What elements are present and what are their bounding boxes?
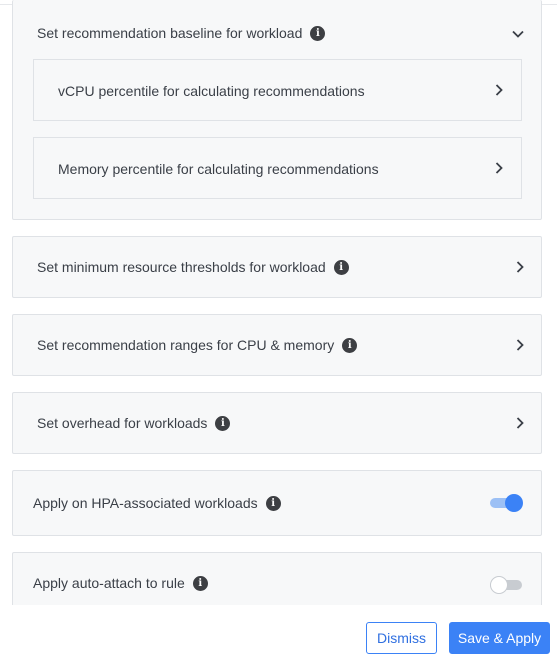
hpa-toggle-panel: Apply on HPA-associated workloads i xyxy=(12,470,542,536)
ranges-title: Set recommendation ranges for CPU & memo… xyxy=(37,337,335,353)
auto-attach-toggle-switch[interactable] xyxy=(490,576,523,594)
dismiss-button[interactable]: Dismiss xyxy=(366,622,437,654)
min-thresholds-panel[interactable]: Set minimum resource thresholds for work… xyxy=(12,236,542,298)
footer-bar: Dismiss Save & Apply xyxy=(0,605,557,660)
overhead-panel[interactable]: Set overhead for workloads i xyxy=(12,392,542,454)
vcpu-percentile-label: vCPU percentile for calculating recommen… xyxy=(58,83,365,99)
chevron-right-icon xyxy=(513,338,527,352)
chevron-right-icon xyxy=(492,161,506,175)
info-icon[interactable]: i xyxy=(333,259,349,275)
info-icon[interactable]: i xyxy=(215,415,231,431)
min-thresholds-title: Set minimum resource thresholds for work… xyxy=(37,259,326,275)
memory-percentile-label: Memory percentile for calculating recomm… xyxy=(58,161,379,177)
chevron-right-icon xyxy=(513,260,527,274)
toggle-knob xyxy=(490,576,508,594)
baseline-header[interactable]: Set recommendation baseline for workload… xyxy=(13,22,541,44)
memory-percentile-row[interactable]: Memory percentile for calculating recomm… xyxy=(33,137,522,199)
baseline-panel: Set recommendation baseline for workload… xyxy=(12,0,542,220)
info-icon[interactable]: i xyxy=(342,337,358,353)
chevron-right-icon xyxy=(492,83,506,97)
overhead-title: Set overhead for workloads xyxy=(37,415,208,431)
chevron-right-icon xyxy=(513,416,527,430)
info-icon[interactable]: i xyxy=(265,495,281,511)
baseline-title: Set recommendation baseline for workload xyxy=(37,25,303,41)
hpa-toggle-label: Apply on HPA-associated workloads xyxy=(33,495,258,511)
chevron-down-icon[interactable] xyxy=(511,27,525,41)
ranges-panel[interactable]: Set recommendation ranges for CPU & memo… xyxy=(12,314,542,376)
info-icon[interactable]: i xyxy=(192,575,208,591)
save-apply-button[interactable]: Save & Apply xyxy=(449,622,550,654)
hpa-toggle-switch[interactable] xyxy=(490,494,523,512)
auto-attach-toggle-label: Apply auto-attach to rule xyxy=(33,575,185,591)
toggle-knob xyxy=(505,494,523,512)
info-icon[interactable]: i xyxy=(310,25,326,41)
vcpu-percentile-row[interactable]: vCPU percentile for calculating recommen… xyxy=(33,59,522,121)
